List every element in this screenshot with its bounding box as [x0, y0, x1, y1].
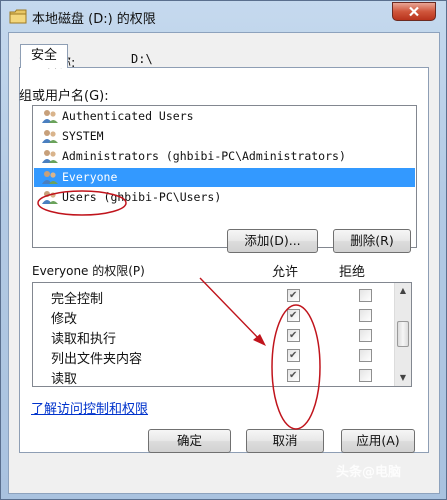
deny-checkbox[interactable] — [359, 329, 372, 342]
user-name: Users (ghbibi-PC\Users) — [62, 190, 222, 204]
permissions-label: Everyone 的权限(P) — [32, 264, 145, 278]
allow-checkbox[interactable]: ✔ — [287, 369, 300, 382]
allow-checkbox[interactable]: ✔ — [287, 309, 300, 322]
deny-checkbox[interactable] — [359, 349, 372, 362]
allow-column-header: 允许 — [272, 265, 299, 280]
groups-label: 组或用户名(G): — [19, 89, 109, 104]
scroll-thumb[interactable] — [397, 321, 409, 347]
user-name: Authenticated Users — [62, 109, 194, 123]
list-item-administrators[interactable]: Administrators (ghbibi-PC\Administrators… — [34, 147, 415, 166]
permission-row-list-folder: 列出文件夹内容 ✔ — [33, 346, 395, 367]
allow-checkbox[interactable]: ✔ — [287, 329, 300, 342]
title-bar[interactable]: 本地磁盘 (D:) 的权限 — [1, 1, 446, 33]
permission-row-modify: 修改 ✔ — [33, 306, 395, 327]
add-button[interactable]: 添加(D)... — [227, 229, 318, 253]
permission-row-full-control: 完全控制 ✔ — [33, 286, 395, 307]
tab-security[interactable]: 安全 — [20, 44, 68, 68]
deny-checkbox[interactable] — [359, 289, 372, 302]
object-name-value: D:\ — [131, 52, 153, 66]
permission-name: 修改 — [51, 312, 78, 327]
users-icon — [42, 191, 58, 204]
list-item-system[interactable]: SYSTEM — [34, 127, 415, 146]
users-icon — [42, 110, 58, 123]
window-title: 本地磁盘 (D:) 的权限 — [32, 12, 156, 27]
allow-checkbox[interactable]: ✔ — [287, 349, 300, 362]
permission-list: 完全控制 ✔ 修改 ✔ 读取和执行 ✔ 列出文件夹内容 ✔ 读取 ✔ ▲ ▼ — [32, 282, 412, 387]
deny-column-header: 拒绝 — [339, 265, 366, 280]
permission-scrollbar[interactable]: ▲ ▼ — [394, 283, 411, 386]
check-icon: ✔ — [289, 350, 298, 361]
ok-button[interactable]: 确定 — [148, 429, 231, 453]
users-icon — [42, 130, 58, 143]
folder-icon — [9, 9, 27, 24]
check-icon: ✔ — [289, 290, 298, 301]
check-icon: ✔ — [289, 370, 298, 381]
learn-access-control-link[interactable]: 了解访问控制和权限 — [31, 398, 148, 417]
user-list[interactable]: Authenticated Users SYSTEM Administrator… — [32, 105, 417, 248]
scroll-up-icon[interactable]: ▲ — [395, 283, 411, 299]
permission-name: 列出文件夹内容 — [51, 352, 143, 367]
check-icon: ✔ — [289, 330, 298, 341]
permission-name: 读取 — [51, 372, 78, 387]
check-icon: ✔ — [289, 310, 298, 321]
close-icon — [409, 6, 419, 17]
remove-button[interactable]: 删除(R) — [333, 229, 411, 253]
permission-row-read-execute: 读取和执行 ✔ — [33, 326, 395, 347]
watermark: 头条@电脑 — [336, 465, 402, 480]
close-button[interactable] — [392, 2, 436, 21]
list-item-users[interactable]: Users (ghbibi-PC\Users) — [34, 188, 415, 207]
allow-checkbox[interactable]: ✔ — [287, 289, 300, 302]
permission-name: 读取和执行 — [51, 332, 117, 347]
user-name: SYSTEM — [62, 129, 104, 143]
apply-button[interactable]: 应用(A) — [341, 429, 415, 453]
cancel-button[interactable]: 取消 — [246, 429, 324, 453]
list-item-authenticated-users[interactable]: Authenticated Users — [34, 107, 415, 126]
users-icon — [42, 171, 58, 184]
deny-checkbox[interactable] — [359, 309, 372, 322]
permission-name: 完全控制 — [51, 292, 104, 307]
list-item-everyone[interactable]: Everyone — [34, 168, 415, 187]
scroll-down-icon[interactable]: ▼ — [395, 370, 411, 386]
user-name: Everyone — [62, 170, 118, 184]
permissions-dialog: 本地磁盘 (D:) 的权限 安全 对象名称: D:\ 组或用户名(G): Aut… — [0, 0, 447, 500]
permission-row-read: 读取 ✔ — [33, 366, 395, 387]
users-icon — [42, 150, 58, 163]
deny-checkbox[interactable] — [359, 369, 372, 382]
user-name: Administrators (ghbibi-PC\Administrators… — [62, 149, 346, 163]
